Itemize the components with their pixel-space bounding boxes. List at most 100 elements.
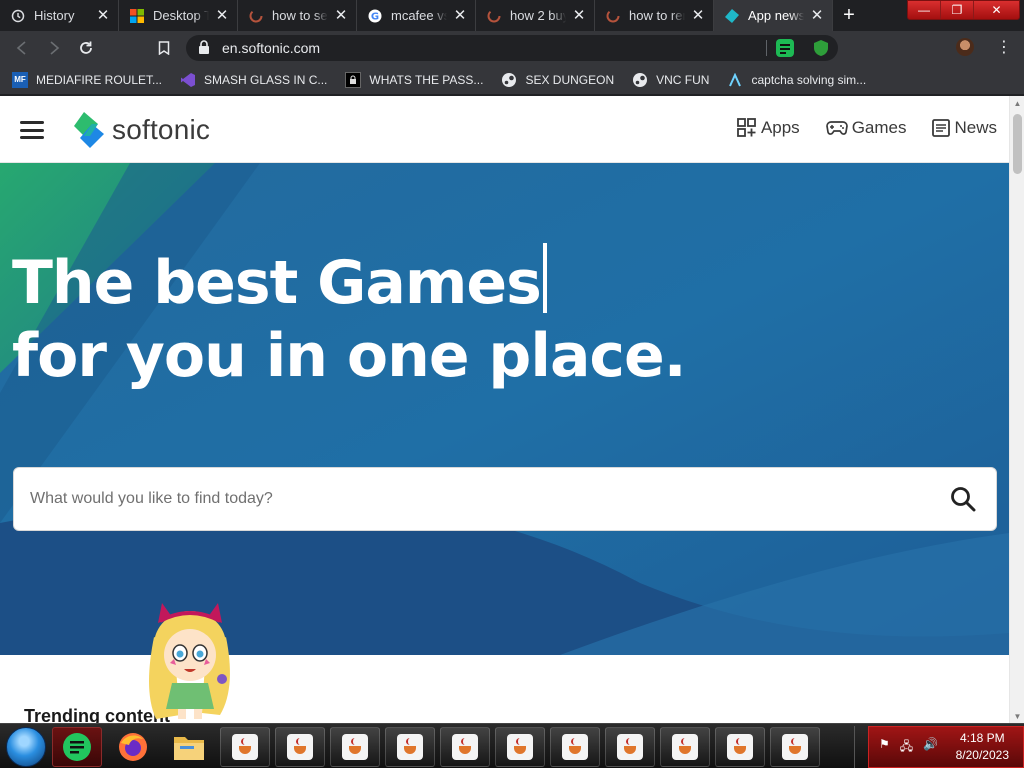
scroll-up-icon[interactable]: ▲ (1010, 96, 1024, 110)
bookmark-mediafire[interactable]: MF MEDIAFIRE ROULET... (12, 71, 163, 88)
hamburger-menu-icon[interactable] (20, 121, 44, 139)
scroll-thumb[interactable] (1013, 114, 1022, 174)
volume-icon[interactable]: 🔊 (923, 737, 938, 758)
profile-avatar[interactable] (956, 38, 974, 56)
notes-app-icon (63, 733, 91, 761)
close-icon[interactable]: ✕ (453, 8, 467, 23)
tab-mcafee-vs-norton[interactable]: G mcafee vs norton ✕ (357, 0, 476, 31)
taskbar-java-2[interactable] (275, 727, 325, 767)
bookmark-smash-glass[interactable]: SMASH GLASS IN C... (180, 72, 327, 88)
search-button[interactable] (930, 468, 996, 530)
scroll-down-icon[interactable]: ▼ (1010, 709, 1024, 723)
java-icon (397, 734, 423, 760)
reload-icon[interactable] (70, 31, 102, 65)
nav-games[interactable]: Games (825, 118, 906, 138)
close-icon[interactable]: ✕ (810, 8, 824, 23)
search-box (13, 467, 997, 531)
google-icon: G (367, 8, 383, 24)
bookmark-label: MEDIAFIRE ROULET... (36, 72, 163, 87)
taskbar-java-9[interactable] (660, 727, 710, 767)
close-icon[interactable]: ✕ (215, 8, 229, 23)
extension-shield-icon[interactable] (812, 39, 830, 57)
apps-grid-icon (737, 118, 756, 137)
tab-strip: History ✕ Desktop Themes ✕ how to send ✕… (0, 0, 1024, 31)
toolbar-right: ⋮ (956, 37, 1012, 57)
taskbar-java-3[interactable] (330, 727, 380, 767)
tab-title: mcafee vs norton (391, 8, 447, 23)
bookmark-sex-dungeon[interactable]: SEX DUNGEON (501, 72, 614, 88)
taskbar-file-explorer[interactable] (164, 727, 214, 767)
site-header: softonic Apps Games News (0, 96, 1009, 163)
address-bar[interactable]: en.softonic.com (186, 35, 838, 61)
maximize-button[interactable]: ❐ (941, 1, 974, 19)
bookmark-captcha-solving[interactable]: captcha solving sim... (727, 72, 866, 88)
show-desktop-button[interactable] (854, 726, 868, 768)
tab-title: how to send (272, 8, 328, 23)
history-icon (10, 8, 26, 24)
tab-title: Desktop Themes (153, 8, 209, 23)
tray-icons: ⚑ 🖧 🔊 (879, 737, 938, 758)
taskbar-notes-app[interactable] (52, 727, 102, 767)
taskbar-java-1[interactable] (220, 727, 270, 767)
start-button[interactable] (6, 727, 46, 767)
tab-desktop-themes[interactable]: Desktop Themes ✕ (119, 0, 238, 31)
loading-spinner-icon (605, 8, 621, 24)
extension-notes-icon[interactable] (776, 39, 794, 57)
nav-label: Apps (760, 118, 800, 137)
tab-softonic[interactable]: App news and reviews ✕ (714, 0, 833, 31)
java-icon (452, 734, 478, 760)
taskbar-java-8[interactable] (605, 727, 655, 767)
new-tab-button[interactable]: + (835, 0, 863, 31)
page-scrollbar[interactable]: ▲ ▼ (1009, 96, 1024, 723)
search-input[interactable] (30, 490, 930, 508)
bookmark-icon[interactable] (148, 31, 180, 65)
close-icon[interactable]: ✕ (334, 8, 348, 23)
softonic-logo[interactable]: softonic (70, 110, 210, 150)
clock-date: 8/20/2023 (955, 748, 1009, 762)
bookmark-label: SEX DUNGEON (525, 72, 615, 87)
taskbar-overflow[interactable] (826, 727, 840, 767)
tab-how-to-send[interactable]: how to send ✕ (238, 0, 357, 31)
action-center-flag-icon[interactable]: ⚑ (879, 737, 890, 758)
taskbar-firefox[interactable] (108, 727, 158, 767)
desktop-mascot (149, 603, 230, 719)
tab-history[interactable]: History ✕ (0, 0, 119, 31)
close-window-button[interactable]: ✕ (974, 1, 1019, 19)
minimize-button[interactable]: — (908, 1, 941, 19)
tray-clock[interactable]: 4:18 PM 8/20/2023 (956, 730, 1009, 764)
nav-apps[interactable]: Apps (737, 118, 800, 138)
bookmark-whats-the-pass[interactable]: WHATS THE PASS... (345, 71, 483, 88)
close-icon[interactable]: ✕ (691, 8, 705, 23)
java-icon (507, 734, 533, 760)
network-icon[interactable]: 🖧 (900, 737, 913, 758)
taskbar-java-7[interactable] (550, 727, 600, 767)
taskbar-java-4[interactable] (385, 727, 435, 767)
nav-news[interactable]: News (932, 118, 997, 138)
windows-taskbar: ⚑ 🖧 🔊 4:18 PM 8/20/2023 (0, 723, 1024, 768)
taskbar-java-6[interactable] (495, 727, 545, 767)
loading-spinner-icon (248, 8, 264, 24)
bookmark-label: VNC FUN (656, 72, 710, 87)
bookmarks-bar: MF MEDIAFIRE ROULET... SMASH GLASS IN C.… (0, 65, 1024, 95)
taskbar-java-10[interactable] (715, 727, 765, 767)
java-icon (287, 734, 313, 760)
java-icon (617, 734, 643, 760)
tab-how-to-remove[interactable]: how to remove ✕ (595, 0, 714, 31)
menu-icon[interactable]: ⋮ (996, 37, 1012, 57)
close-icon[interactable]: ✕ (96, 8, 110, 23)
browser-toolbar: en.softonic.com ⋮ (0, 31, 1024, 65)
lock-icon[interactable] (198, 39, 212, 57)
tab-title: how to remove (629, 8, 685, 23)
bookmark-vnc-fun[interactable]: VNC FUN (632, 72, 709, 88)
forward-icon[interactable] (38, 31, 70, 65)
nav-label: News (954, 118, 997, 137)
taskbar-java-11[interactable] (770, 727, 820, 767)
news-icon (932, 119, 951, 137)
back-icon[interactable] (6, 31, 38, 65)
close-icon[interactable]: ✕ (572, 8, 586, 23)
steam-icon (501, 72, 517, 88)
folder-icon (174, 737, 204, 760)
tab-how-2-buy[interactable]: how 2 buy ✕ (476, 0, 595, 31)
tab-title: History (34, 8, 75, 23)
taskbar-java-5[interactable] (440, 727, 490, 767)
